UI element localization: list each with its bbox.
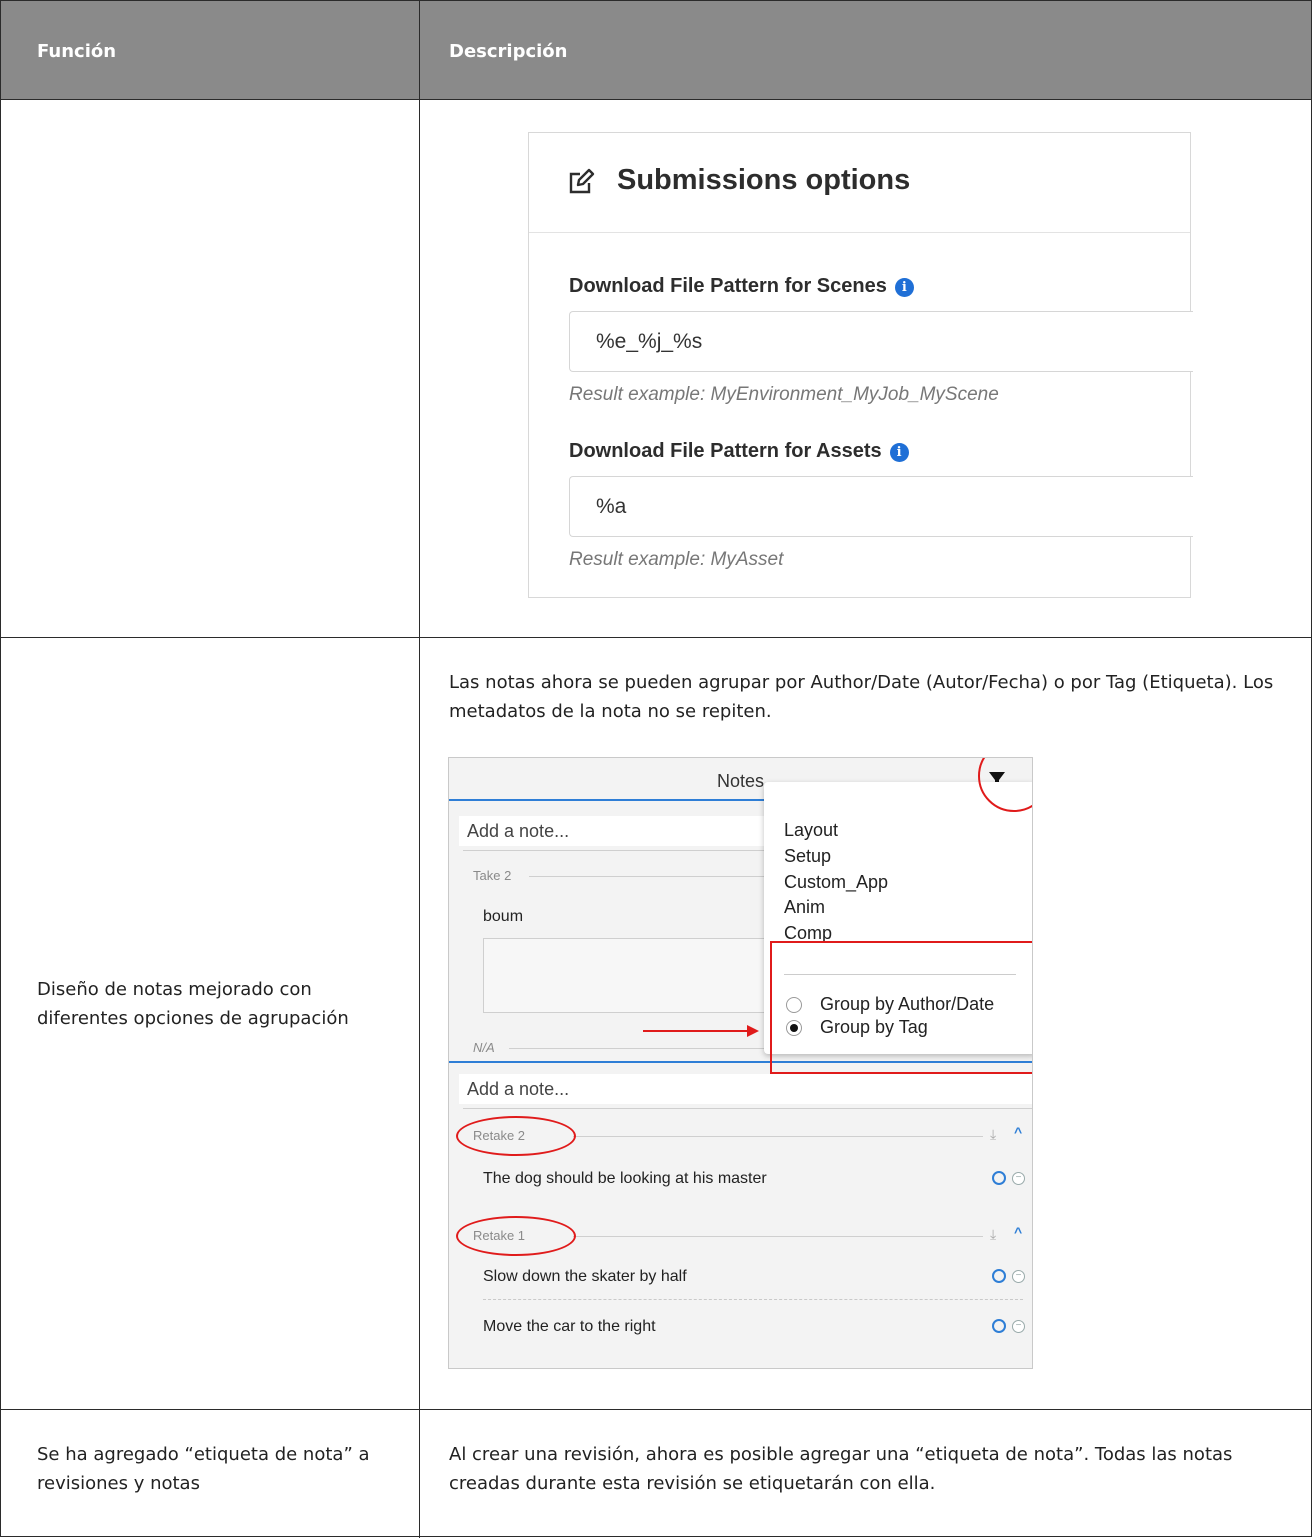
circle-icon[interactable] xyxy=(992,1171,1006,1185)
add-note-input[interactable]: Add a note... xyxy=(459,1074,1032,1104)
annotation-ellipse xyxy=(456,1116,576,1156)
notes-layout-description: Las notas ahora se pueden agrupar por Au… xyxy=(449,672,1274,722)
menu-item-tag[interactable]: Layout xyxy=(784,820,838,841)
download-icon[interactable]: ⤓ xyxy=(990,1226,996,1243)
scenes-pattern-hint: Result example: MyEnvironment_MyJob_MySc… xyxy=(569,384,999,405)
note-text: Move the car to the right xyxy=(483,1318,656,1335)
annotation-arrow xyxy=(643,1025,759,1037)
note-tag-function: Se ha agregado “etiqueta de nota” a revi… xyxy=(37,1444,370,1494)
menu-item-tag[interactable]: Setup xyxy=(784,846,831,867)
take-label: Take 2 xyxy=(473,868,512,883)
info-icon[interactable]: i xyxy=(889,443,909,462)
note-text: boum xyxy=(483,908,524,925)
info-icon[interactable]: i xyxy=(894,278,914,297)
header-function: Función xyxy=(37,41,117,62)
chevron-up-icon[interactable]: ^ xyxy=(1014,1124,1022,1140)
chevron-up-icon[interactable]: ^ xyxy=(1014,1224,1022,1240)
feature-table: Función Descripción Submissions options … xyxy=(0,0,1312,1538)
row-divider xyxy=(1,1409,1312,1410)
menu-item-tag[interactable]: Anim xyxy=(784,897,825,918)
download-icon[interactable]: ⤓ xyxy=(990,1126,996,1143)
circle-icon[interactable] xyxy=(992,1319,1006,1333)
edit-icon xyxy=(569,168,595,194)
submissions-header: Submissions options xyxy=(529,133,1190,233)
note-text: The dog should be looking at his master xyxy=(483,1170,767,1187)
divider xyxy=(573,1236,983,1237)
minus-circle-icon[interactable]: − xyxy=(1012,1320,1025,1333)
na-label: N/A xyxy=(473,1040,495,1055)
table-header: Función Descripción xyxy=(1,1,1311,100)
scenes-pattern-input[interactable]: %e_%j_%s xyxy=(569,311,1193,372)
assets-pattern-hint: Result example: MyAsset xyxy=(569,549,784,570)
assets-pattern-label: Download File Pattern for Assets i xyxy=(569,440,909,463)
column-divider xyxy=(419,1,420,1538)
row-divider xyxy=(1,637,1312,638)
note-tag-description: Al crear una revisión, ahora es posible … xyxy=(449,1444,1233,1494)
circle-icon[interactable] xyxy=(992,1269,1006,1283)
divider xyxy=(463,1108,1032,1109)
note-edit-box[interactable] xyxy=(483,938,783,1013)
annotation-ellipse xyxy=(456,1216,576,1256)
note-divider xyxy=(483,1299,1023,1300)
submissions-title: Submissions options xyxy=(617,164,911,196)
notes-panel-screenshot: Notes Add a note... Take 2 boum N/A Add … xyxy=(448,757,1033,1369)
divider xyxy=(573,1136,983,1137)
scenes-pattern-label: Download File Pattern for Scenes i xyxy=(569,275,914,298)
scenes-pattern-value: %e_%j_%s xyxy=(596,330,703,353)
header-description: Descripción xyxy=(449,41,568,62)
annotation-box xyxy=(770,941,1032,1074)
minus-circle-icon[interactable]: − xyxy=(1012,1270,1025,1283)
submissions-options-screenshot: Submissions options Download File Patter… xyxy=(528,132,1193,598)
note-text: Slow down the skater by half xyxy=(483,1268,687,1285)
assets-pattern-value: %a xyxy=(596,495,627,518)
notes-layout-function: Diseño de notas mejorado con diferentes … xyxy=(37,979,349,1029)
menu-item-tag[interactable]: Custom_App xyxy=(784,872,888,893)
assets-pattern-input[interactable]: %a xyxy=(569,476,1193,537)
minus-circle-icon[interactable]: − xyxy=(1012,1172,1025,1185)
